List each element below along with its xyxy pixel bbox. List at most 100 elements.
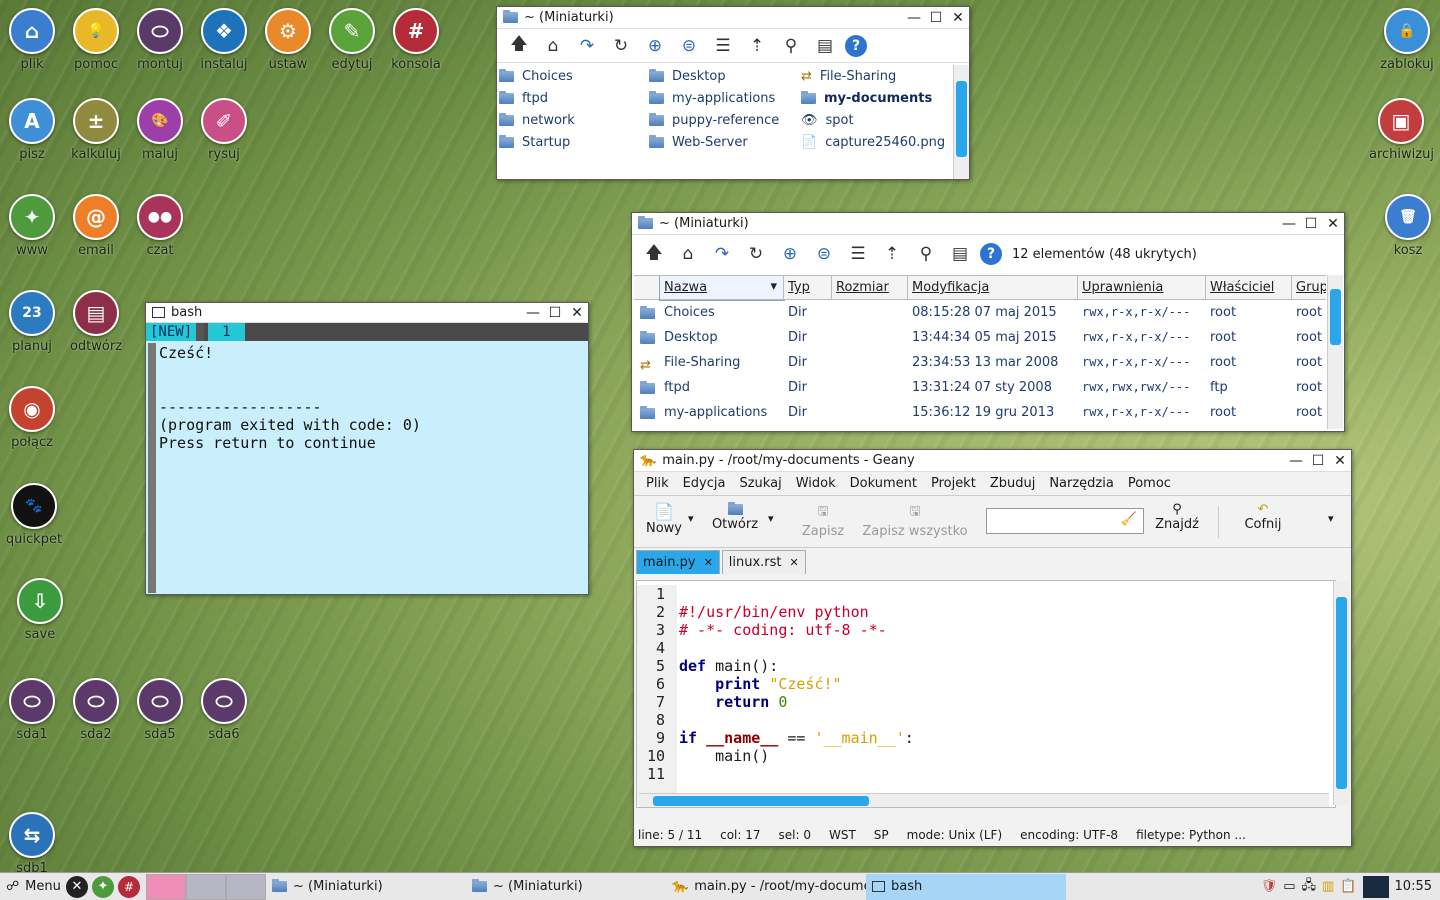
desktop-icon-www[interactable]: ✦ www [0, 194, 64, 258]
table-row[interactable]: Choices Dir 08:15:28 07 maj 2015 rwx,r-x,r-… [634, 301, 1326, 326]
refresh-icon[interactable]: ↻ [742, 240, 770, 268]
refresh-icon[interactable]: ↻ [607, 32, 635, 60]
desktop-icon-quickpet[interactable]: 🐾 quickpet [2, 483, 66, 547]
file-item[interactable]: Web-Server [649, 135, 748, 150]
file-item[interactable]: puppy-reference [649, 113, 779, 128]
terminal-output[interactable]: Cześć! ------------------ (program exited … [159, 344, 421, 452]
file-item[interactable]: network [499, 113, 575, 128]
title-bar[interactable]: ~ (Miniaturki) — ☐ ✕ [632, 213, 1344, 235]
settings-icon[interactable]: ▤ [946, 240, 974, 268]
task-bash[interactable]: bash [866, 873, 1066, 900]
sort-icon[interactable]: ⇡ [743, 32, 771, 60]
column-header-group[interactable]: Grup [1292, 276, 1326, 300]
settings-icon[interactable]: ▤ [811, 32, 839, 60]
file-item[interactable]: Startup [499, 135, 570, 150]
desktop-icon-sda2[interactable]: ⬭ sda2 [64, 678, 128, 742]
save-button[interactable]: 🖫 Zapisz [798, 502, 848, 539]
open-button[interactable]: Otwórz [710, 502, 760, 532]
file-item[interactable]: ftpd [499, 91, 548, 106]
editor-vertical-scrollbar[interactable] [1333, 581, 1349, 805]
view-details-icon[interactable]: ☰ [844, 240, 872, 268]
desktop-icon-sdb1[interactable]: ⇆ sdb1 [0, 812, 64, 876]
desktop-icon-pomoc[interactable]: 💡 pomoc [64, 8, 128, 72]
home-icon[interactable]: ⌂ [539, 32, 567, 60]
column-header-name[interactable]: Nazwa ▾ [659, 276, 785, 301]
vertical-scrollbar[interactable] [953, 65, 969, 179]
close-button[interactable]: ✕ [1329, 453, 1351, 469]
workspace-2[interactable] [186, 873, 226, 900]
zoom-fit-icon[interactable]: ⊜ [810, 240, 838, 268]
help-icon[interactable]: ? [845, 34, 867, 57]
search-icon[interactable]: ⚲ [912, 240, 940, 268]
minimize-button[interactable]: — [1278, 216, 1300, 232]
close-button[interactable]: ✕ [1322, 216, 1344, 232]
desktop-icon-sda5[interactable]: ⬭ sda5 [128, 678, 192, 742]
menu-item-3[interactable]: Widok [796, 476, 836, 491]
desktop-icon-pisz[interactable]: Apisz [0, 98, 64, 162]
file-item[interactable]: my-applications [649, 91, 775, 106]
desktop-icon-edytuj[interactable]: ✎ edytuj [320, 8, 384, 72]
desktop-icon-rysuj[interactable]: ✐ rysuj [192, 98, 256, 162]
desktop-icon-archiwizuj[interactable]: ▣ archiwizuj [1369, 98, 1434, 162]
workspace-1[interactable] [146, 873, 186, 900]
desktop-icon-kosz[interactable]: 🗑 kosz [1376, 194, 1440, 258]
clipboard-tray-icon[interactable]: 📋 [1340, 879, 1356, 894]
menu-item-7[interactable]: Narzędzia [1049, 476, 1114, 491]
table-row[interactable]: Desktop Dir 13:44:34 05 maj 2015 rwx,r-x,r-… [634, 326, 1326, 351]
find-button[interactable]: ⚲ Znajdź [1152, 502, 1202, 532]
help-icon[interactable]: ? [980, 243, 1002, 265]
close-button[interactable]: ✕ [566, 305, 588, 321]
file-item[interactable]: Choices [499, 69, 573, 84]
x-icon[interactable]: ✕ [66, 875, 88, 898]
desktop-icon-montuj[interactable]: ⬭ montuj [128, 8, 192, 72]
zoom-in-icon[interactable]: ⊕ [776, 240, 804, 268]
desktop-icon-kalkuluj[interactable]: ± kalkuluj [64, 98, 128, 162]
start-menu-button[interactable]: ☍ Menu [0, 874, 66, 900]
desktop-icon-save[interactable]: ⇩ save [8, 578, 72, 642]
table-row[interactable]: my-applications Dir 15:36:12 19 gru 2013 rw… [634, 401, 1326, 426]
clock[interactable]: 10:55 [1395, 879, 1432, 894]
task-file-manager-1[interactable]: ~ (Miniaturki) [266, 874, 466, 900]
new-button[interactable]: 📄 Nowy [642, 502, 686, 536]
file-item[interactable]: ⇄ File-Sharing [801, 69, 896, 84]
column-header-modified[interactable]: Modyfikacja [908, 276, 1078, 300]
file-item[interactable]: 👁 spot [801, 113, 854, 128]
vertical-scrollbar[interactable] [1327, 275, 1343, 429]
task-geany[interactable]: 🐆main.py - /root/my-documents - Geany [666, 874, 866, 900]
search-field[interactable]: 🧹 [986, 508, 1144, 534]
back-arrow-icon[interactable]: ↷ [708, 240, 736, 268]
desktop-icon-sda1[interactable]: ⬭ sda1 [0, 678, 64, 742]
desktop-icon-połącz[interactable]: ◉ połącz [0, 386, 64, 450]
desktop-icon-planuj[interactable]: 23 planuj [0, 290, 64, 354]
menu-item-2[interactable]: Szukaj [739, 476, 781, 491]
table-row[interactable]: ftpd Dir 13:31:24 07 sty 2008 rwx,rwx,rwx/-… [634, 376, 1326, 401]
editor-tab[interactable]: linux.rst ✕ [721, 550, 806, 574]
editor-tab[interactable]: main.py ✕ [636, 550, 720, 574]
minimize-button[interactable]: — [903, 10, 925, 26]
open-dropdown-icon[interactable]: ▾ [768, 512, 774, 525]
desktop-icon-email[interactable]: @ email [64, 194, 128, 258]
title-bar[interactable]: 🐆 main.py - /root/my-documents - Geany — … [634, 450, 1351, 472]
close-button[interactable]: ✕ [947, 10, 969, 26]
www-quicklaunch-icon[interactable]: ✦ [92, 875, 114, 898]
title-bar[interactable]: ~ (Miniaturki) — ☐ ✕ [497, 7, 969, 29]
minimize-button[interactable]: — [522, 305, 544, 321]
column-header-owner[interactable]: Właściciel [1206, 276, 1292, 300]
desktop-icon-konsola[interactable]: # konsola [384, 8, 448, 72]
maximize-button[interactable]: ☐ [544, 305, 566, 321]
column-header-select[interactable] [634, 276, 660, 300]
desktop-icon-maluj[interactable]: 🎨 maluj [128, 98, 192, 162]
menu-item-4[interactable]: Dokument [850, 476, 917, 491]
home-icon[interactable]: ⌂ [674, 240, 702, 268]
code-text[interactable]: #!/usr/bin/env python # -*- coding: utf-8… [679, 585, 914, 801]
zoom-fit-icon[interactable]: ⊜ [675, 32, 703, 60]
tab-close-icon[interactable]: ✕ [704, 556, 713, 569]
clear-icon[interactable]: 🧹 [1121, 512, 1137, 527]
search-icon[interactable]: ⚲ [777, 32, 805, 60]
task-file-manager-2[interactable]: ~ (Miniaturki) [466, 874, 666, 900]
maximize-button[interactable]: ☐ [1300, 216, 1322, 232]
column-header-type[interactable]: Typ [784, 276, 832, 300]
menu-item-0[interactable]: Plik [646, 476, 669, 491]
menu-item-5[interactable]: Projekt [931, 476, 976, 491]
file-item[interactable]: 📄 capture25460.png [801, 135, 945, 150]
